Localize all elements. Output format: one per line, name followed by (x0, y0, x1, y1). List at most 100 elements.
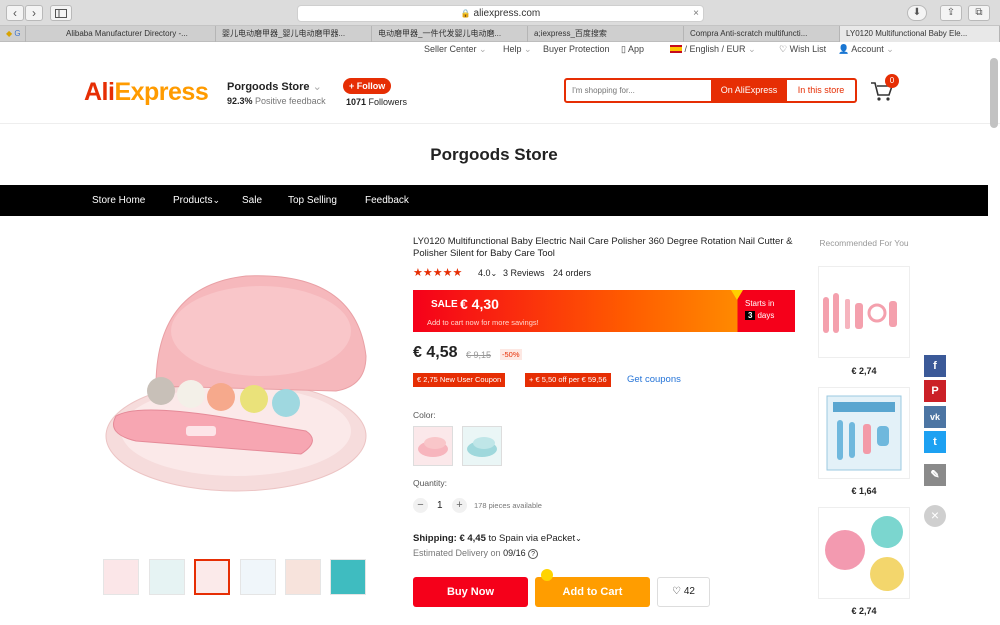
sidebar-icon (55, 9, 67, 18)
heart-icon: ♡ (779, 44, 788, 54)
tab-baidu-search[interactable]: a;iexpress_百度搜索 (528, 26, 684, 42)
current-price: € 4,58 (413, 344, 458, 361)
chevron-down-icon: ⌄ (524, 44, 532, 54)
add-to-cart-button[interactable]: Add to Cart (535, 577, 650, 607)
product-thumbnail-5[interactable] (285, 559, 321, 595)
aliexpress-logo[interactable]: AliExpress (84, 78, 209, 107)
tab-ly0120-active[interactable]: LY0120 Multifunctional Baby Ele... (840, 26, 1000, 42)
sale-note: Add to cart now for more savings! (427, 318, 539, 327)
chevron-down-icon: ⌄ (575, 534, 582, 543)
search-on-aliexpress-button[interactable]: On AliExpress (711, 80, 787, 101)
close-share-icon[interactable]: × (924, 505, 946, 527)
vk-share-icon[interactable]: vk (924, 406, 946, 428)
help-link[interactable]: Help ⌄ (503, 44, 532, 55)
follow-button[interactable]: + Follow (343, 78, 392, 94)
wish-list-link[interactable]: ♡ Wish List (779, 44, 826, 55)
back-button[interactable]: ‹ (6, 5, 24, 21)
favicon-tab[interactable]: ◆ G (0, 26, 26, 42)
orders-count: 24 orders (553, 268, 592, 278)
product-thumbnail-4[interactable] (240, 559, 276, 595)
lock-icon: 🔒 (460, 9, 471, 18)
header-divider (0, 123, 1000, 124)
add-to-cart-sparkle-icon (541, 569, 553, 581)
plus-icon: + (456, 499, 463, 511)
tab-compra[interactable]: Compra Anti-scratch multifuncti... (684, 26, 840, 42)
shipping-info[interactable]: Shipping: € 4,45 to Spain via ePacket⌄ (413, 533, 582, 544)
tab-baby-grinder-2[interactable]: 电动磨甲器_一件代发婴儿电动磨... (372, 26, 528, 42)
clear-url-icon[interactable]: × (693, 6, 699, 21)
edit-icon[interactable]: ✎ (924, 464, 946, 486)
address-bar[interactable]: 🔒 aliexpress.com × (297, 5, 704, 22)
app-link[interactable]: ▯ App (621, 44, 644, 55)
product-thumbnail-3-selected[interactable] (194, 559, 230, 595)
facebook-share-icon[interactable]: f (924, 355, 946, 377)
tab-alibaba[interactable]: Alibaba Manufacturer Directory -... (60, 26, 216, 42)
buy-now-button[interactable]: Buy Now (413, 577, 528, 607)
search-in-store-button[interactable]: In this store (787, 80, 855, 101)
share-icon: ⇪ (946, 7, 956, 18)
star-rating[interactable]: ★★★★★ (413, 266, 462, 279)
heart-icon: ♡ (672, 586, 682, 597)
chevron-down-icon: ⌄ (212, 195, 221, 205)
original-price: € 9,15 (466, 350, 492, 360)
share-button[interactable]: ⇪ (940, 5, 962, 21)
reviews-link[interactable]: 3 Reviews (503, 268, 545, 278)
store-coupon[interactable]: + € 5,50 off per € 59,56 (525, 373, 611, 387)
nav-sale[interactable]: Sale (242, 185, 262, 216)
help-icon[interactable]: ? (528, 549, 539, 559)
nav-products[interactable]: Products⌄ (173, 185, 220, 216)
nav-top-selling[interactable]: Top Selling (288, 185, 337, 216)
page-scrollbar[interactable] (990, 58, 998, 128)
chevron-down-icon: ⌄ (886, 44, 894, 54)
starts-days: 3 days (745, 311, 774, 320)
quantity-decrease-button[interactable]: − (413, 498, 428, 513)
seller-center-link[interactable]: Seller Center ⌄ (424, 44, 487, 55)
tabs-overview-button[interactable]: ⧉ (968, 5, 990, 21)
color-swatch-blue[interactable] (462, 426, 502, 466)
tab-baby-grinder-1[interactable]: 婴儿电动磨甲器_婴儿电动磨甲器... (216, 26, 372, 42)
phone-icon: ▯ (621, 44, 626, 54)
get-coupons-link[interactable]: Get coupons (627, 374, 681, 385)
downloads-button[interactable]: ⬇ (907, 5, 927, 21)
quantity-label: Quantity: (413, 478, 448, 488)
quantity-increase-button[interactable]: + (452, 498, 467, 513)
sale-banner: SALE € 4,30 Add to cart now for more sav… (413, 290, 795, 332)
account-link[interactable]: 👤 Account ⌄ (838, 44, 894, 55)
translate-favicon-icon: G (14, 29, 21, 38)
new-user-coupon[interactable]: € 2,75 New User Coupon (413, 373, 506, 387)
chevron-down-icon: ⌄ (479, 44, 487, 54)
recommended-item-2-image[interactable] (818, 387, 910, 479)
recommended-item-3-image[interactable] (818, 507, 910, 599)
starts-in-label: Starts in (745, 299, 775, 308)
sale-corner-triangle-icon (731, 290, 743, 300)
quantity-input[interactable]: 1 (437, 500, 443, 511)
sidebar-toggle-button[interactable] (50, 5, 72, 21)
recommended-item-2-price: € 1,64 (851, 486, 877, 496)
product-thumbnail-2[interactable] (149, 559, 185, 595)
color-swatch-pink[interactable] (413, 426, 453, 466)
language-currency-selector[interactable]: / English / EUR ⌄ (670, 44, 756, 55)
chevron-right-icon: › (32, 6, 36, 20)
product-thumbnail-1[interactable] (103, 559, 139, 595)
tabs-icon: ⧉ (975, 7, 983, 18)
chevron-down-icon: ⌄ (312, 81, 322, 93)
tab-bar: ◆ G Alibaba Manufacturer Directory -... … (0, 26, 1000, 42)
nav-store-home[interactable]: Store Home (92, 185, 145, 216)
buyer-protection-link[interactable]: Buyer Protection (543, 44, 610, 54)
search-box: On AliExpress In this store (564, 78, 857, 103)
rating-value[interactable]: 4.0⌄ (478, 268, 497, 278)
nav-feedback[interactable]: Feedback (365, 185, 409, 216)
twitter-share-icon[interactable]: t (924, 431, 946, 453)
pinterest-share-icon[interactable]: P (924, 380, 946, 402)
store-name-link[interactable]: Porgoods Store ⌄ (227, 80, 322, 93)
spain-flag-icon (670, 45, 682, 53)
url-text: aliexpress.com (473, 8, 541, 19)
recommended-item-1-image[interactable] (818, 266, 910, 358)
search-input[interactable] (572, 83, 707, 98)
forward-button[interactable]: › (25, 5, 43, 21)
product-main-image[interactable] (96, 266, 376, 502)
wishlist-button[interactable]: ♡ 42 (657, 577, 710, 607)
store-nav: Store Home Products⌄ Sale Top Selling Fe… (0, 185, 988, 216)
product-thumbnail-6[interactable] (330, 559, 366, 595)
color-label: Color: (413, 410, 436, 420)
